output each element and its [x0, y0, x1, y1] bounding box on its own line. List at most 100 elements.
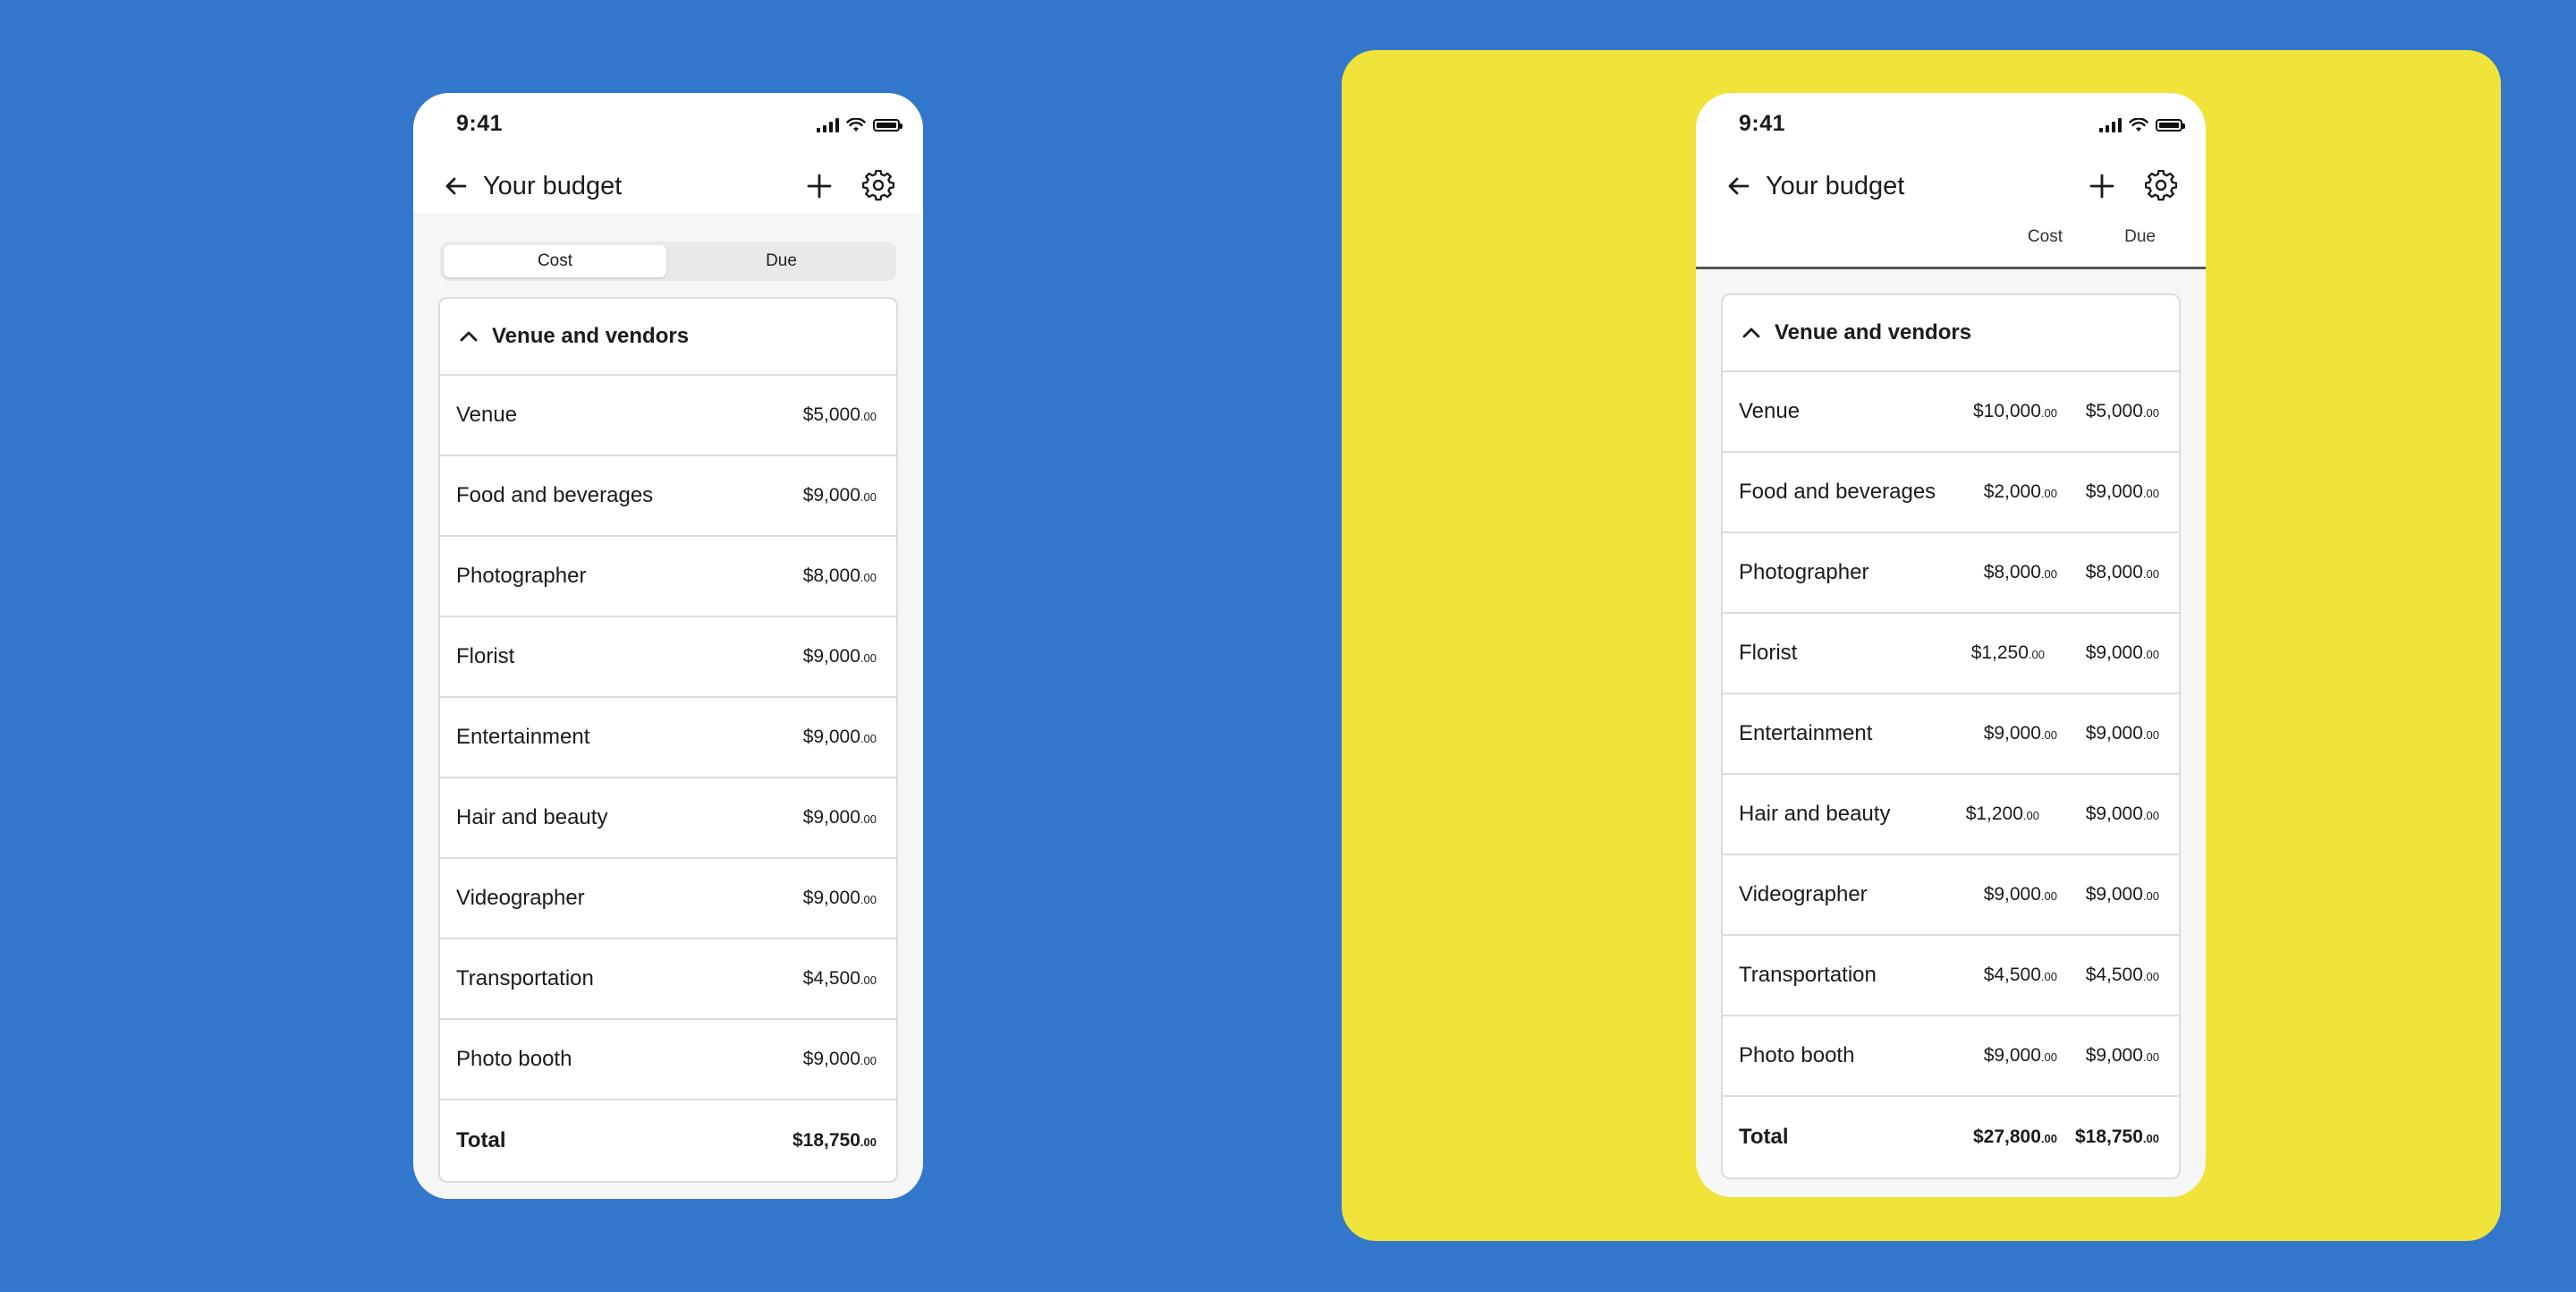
row-amount: $9,000.00 — [802, 807, 877, 828]
row-amount: $9,000.00 — [802, 1049, 877, 1069]
row-cost-amount: $1,250.00 — [1970, 642, 2045, 663]
row-amount: $9,000.00 — [802, 485, 877, 506]
total-cost-amount: $27,800.00 — [1973, 1126, 2057, 1147]
row-label: Transportation — [456, 966, 594, 990]
budget-row[interactable]: Transportation $4,500.00 $4,500.00 — [1723, 936, 2179, 1016]
budget-row[interactable]: Entertainment $9,000.00 $9,000.00 — [1723, 694, 2179, 775]
row-label: Florist — [1739, 641, 1798, 665]
group-title: Venue and vendors — [492, 324, 690, 348]
page-title: Your budget — [483, 172, 623, 200]
wifi-icon — [846, 118, 866, 132]
row-due-amount: $9,000.00 — [2085, 723, 2159, 744]
segment-due[interactable]: Due — [670, 245, 893, 277]
budget-row[interactable]: Food and beverages $2,000.00 $9,000.00 — [1723, 453, 2179, 533]
arrow-left-icon[interactable] — [1723, 170, 1755, 202]
row-label: Videographer — [1739, 882, 1868, 906]
row-amount: $4,500.00 — [802, 968, 877, 989]
row-amount: $9,000.00 — [802, 727, 877, 747]
battery-icon — [873, 119, 902, 132]
row-label: Entertainment — [456, 725, 590, 749]
arrow-left-icon[interactable] — [440, 170, 472, 202]
budget-row[interactable]: Photo booth $9,000.00 $9,000.00 — [1723, 1016, 2179, 1097]
row-cost-amount: $4,500.00 — [1983, 965, 2057, 985]
column-headers: Cost Due — [1696, 227, 2206, 254]
row-label: Florist — [456, 644, 515, 668]
row-amount: $5,000.00 — [802, 404, 877, 425]
total-row: Total $27,800.00 $18,750.00 — [1723, 1097, 2179, 1177]
cost-due-segmented-control: Cost Due — [440, 242, 896, 281]
group-header[interactable]: Venue and vendors — [440, 299, 896, 376]
row-amount: $9,000.00 — [802, 646, 877, 667]
segment-cost[interactable]: Cost — [444, 245, 666, 277]
phone-screen-two-columns: 9:41 Your budget Cost Due Venue and vend… — [1696, 93, 2206, 1197]
budget-row[interactable]: Hair and beauty $1,200.00 $9,000.00 — [1723, 775, 2179, 855]
row-label: Photo booth — [1739, 1043, 1855, 1067]
row-label: Photographer — [456, 564, 587, 588]
chevron-up-icon — [460, 331, 478, 342]
budget-group-card: Venue and vendors Venue $10,000.00 $5,00… — [1721, 293, 2181, 1179]
budget-row[interactable]: Florist $1,250.00 $9,000.00 — [1723, 614, 2179, 694]
plus-icon[interactable] — [803, 170, 835, 202]
row-label: Hair and beauty — [456, 805, 608, 829]
row-label: Food and beverages — [1739, 480, 1936, 504]
chevron-up-icon — [1742, 327, 1760, 338]
row-due-amount: $9,000.00 — [2085, 481, 2159, 502]
row-due-amount: $4,500.00 — [2085, 965, 2159, 985]
budget-row[interactable]: Photographer $8,000.00 $8,000.00 — [1723, 533, 2179, 614]
column-header-due: Due — [2124, 227, 2156, 246]
status-time: 9:41 — [456, 111, 504, 136]
budget-row[interactable]: Entertainment $9,000.00 — [440, 698, 896, 778]
row-label: Photo booth — [456, 1047, 572, 1071]
row-due-amount: $9,000.00 — [2085, 803, 2159, 824]
row-amount: $9,000.00 — [802, 888, 877, 908]
budget-row[interactable]: Photo booth $9,000.00 — [440, 1020, 896, 1101]
phone-screen-cost-toggle: 9:41 Your budget Cost Due Venue and vend… — [413, 93, 923, 1199]
row-cost-amount: $9,000.00 — [1983, 884, 2057, 905]
gear-icon[interactable] — [862, 170, 894, 202]
budget-row[interactable]: Photographer $8,000.00 — [440, 537, 896, 617]
budget-row[interactable]: Videographer $9,000.00 $9,000.00 — [1723, 855, 2179, 936]
plus-icon[interactable] — [2086, 170, 2118, 202]
cellular-signal-icon — [2099, 118, 2122, 132]
top-bar: 9:41 Your budget — [413, 93, 923, 213]
budget-group-card: Venue and vendors Venue $5,000.00 Food a… — [438, 297, 898, 1183]
total-label: Total — [1739, 1125, 1789, 1149]
row-due-amount: $9,000.00 — [2085, 884, 2159, 905]
row-label: Hair and beauty — [1739, 802, 1891, 826]
budget-row[interactable]: Hair and beauty $9,000.00 — [440, 778, 896, 859]
row-label: Food and beverages — [456, 483, 654, 507]
nav-bar: Your budget — [1696, 161, 2206, 211]
row-cost-amount: $9,000.00 — [1983, 1045, 2057, 1066]
total-due-amount: $18,750.00 — [2075, 1126, 2159, 1147]
budget-row[interactable]: Videographer $9,000.00 — [440, 859, 896, 939]
status-time: 9:41 — [1739, 111, 1786, 136]
budget-row[interactable]: Venue $5,000.00 — [440, 376, 896, 456]
total-row: Total $18,750.00 — [440, 1101, 896, 1181]
row-amount: $8,000.00 — [802, 565, 877, 586]
total-label: Total — [456, 1128, 506, 1152]
row-cost-amount: $1,200.00 — [1965, 803, 2039, 824]
row-due-amount: $9,000.00 — [2085, 1045, 2159, 1066]
column-header-cost: Cost — [2027, 227, 2063, 246]
row-label: Venue — [456, 403, 518, 427]
row-cost-amount: $8,000.00 — [1983, 562, 2057, 582]
row-due-amount: $5,000.00 — [2085, 401, 2159, 421]
page-title: Your budget — [1766, 172, 1905, 200]
row-label: Transportation — [1739, 963, 1877, 987]
nav-bar: Your budget — [413, 161, 923, 211]
row-label: Videographer — [456, 886, 585, 910]
budget-row[interactable]: Food and beverages $9,000.00 — [440, 456, 896, 537]
budget-row[interactable]: Florist $9,000.00 — [440, 617, 896, 698]
budget-row[interactable]: Transportation $4,500.00 — [440, 939, 896, 1020]
cellular-signal-icon — [817, 118, 839, 132]
budget-row[interactable]: Venue $10,000.00 $5,000.00 — [1723, 372, 2179, 453]
top-bar: 9:41 Your budget Cost Due — [1696, 93, 2206, 269]
row-label: Photographer — [1739, 560, 1869, 584]
row-due-amount: $9,000.00 — [2085, 642, 2159, 663]
row-label: Entertainment — [1739, 721, 1873, 745]
gear-icon[interactable] — [2145, 170, 2177, 202]
group-title: Venue and vendors — [1775, 320, 1972, 344]
row-due-amount: $8,000.00 — [2085, 562, 2159, 582]
status-icons — [817, 116, 902, 134]
group-header[interactable]: Venue and vendors — [1723, 295, 2179, 372]
